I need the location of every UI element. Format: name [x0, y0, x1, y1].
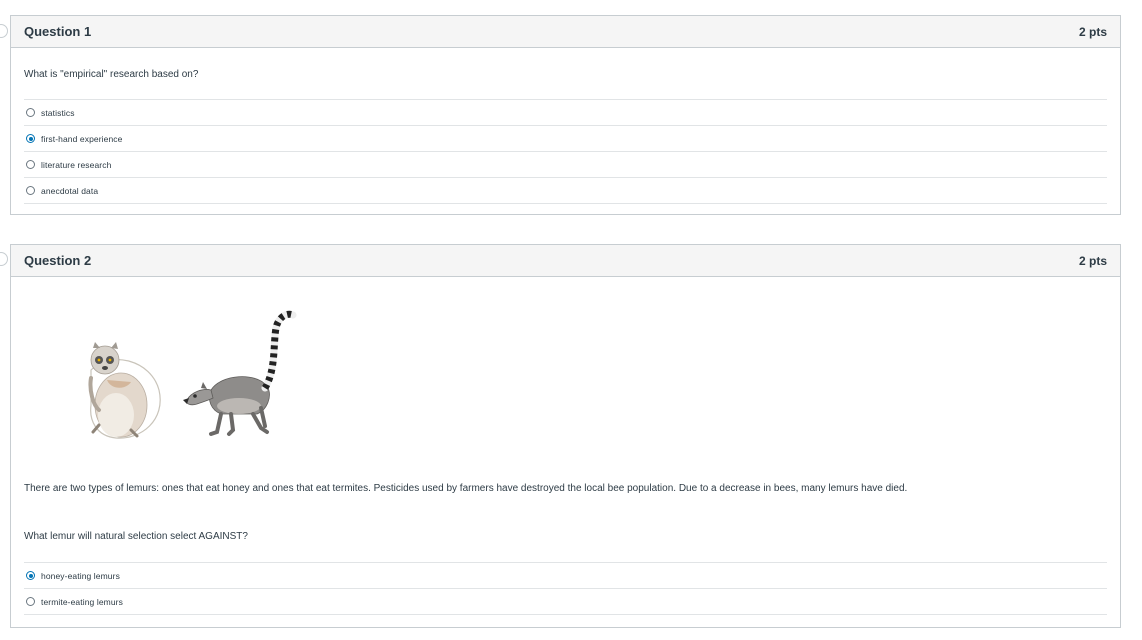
answer-anecdotal-data[interactable]: anecdotal data [24, 177, 1107, 204]
question-1-card: Question 1 2 pts What is "empirical" res… [10, 15, 1121, 215]
answer-label: literature research [41, 159, 112, 170]
question-2-marker-icon [0, 252, 8, 266]
question-1-prompt: What is "empirical" research based on? [24, 69, 199, 80]
question-1-answers: statistics first-hand experience literat… [24, 99, 1107, 204]
question-1-header: Question 1 2 pts [11, 16, 1120, 48]
answer-label: statistics [41, 107, 75, 118]
answer-label: termite-eating lemurs [41, 596, 123, 607]
question-1-marker-icon [0, 24, 8, 38]
question-2-header: Question 2 2 pts [11, 245, 1120, 277]
answer-label: anecdotal data [41, 185, 99, 196]
question-2-points: 2 pts [1078, 253, 1107, 268]
question-2-prompt: What lemur will natural selection select… [24, 531, 248, 542]
answer-termite-eating-lemurs[interactable]: termite-eating lemurs [24, 588, 1107, 615]
radio-button-icon[interactable] [26, 108, 35, 117]
question-1-title: Question 1 [24, 24, 92, 39]
question-2-title: Question 2 [24, 253, 92, 268]
radio-button-icon[interactable] [26, 134, 35, 143]
question-2-answers: honey-eating lemurs termite-eating lemur… [24, 562, 1107, 615]
answer-honey-eating-lemurs[interactable]: honey-eating lemurs [24, 562, 1107, 588]
radio-button-icon[interactable] [26, 571, 35, 580]
sitting-lemur [88, 342, 161, 439]
answer-label: honey-eating lemurs [41, 570, 120, 581]
answer-literature-research[interactable]: literature research [24, 151, 1107, 177]
question-1-points: 2 pts [1078, 24, 1107, 39]
radio-button-icon[interactable] [26, 597, 35, 606]
lemur-illustration [88, 310, 297, 439]
radio-button-icon[interactable] [26, 160, 35, 169]
question-2-card: Question 2 2 pts There are two types of … [10, 244, 1121, 628]
walking-lemur [183, 310, 297, 436]
answer-statistics[interactable]: statistics [24, 99, 1107, 125]
question-2-passage: There are two types of lemurs: ones that… [24, 483, 908, 494]
answer-first-hand-experience[interactable]: first-hand experience [24, 125, 1107, 151]
answer-label: first-hand experience [41, 133, 123, 144]
radio-button-icon[interactable] [26, 186, 35, 195]
